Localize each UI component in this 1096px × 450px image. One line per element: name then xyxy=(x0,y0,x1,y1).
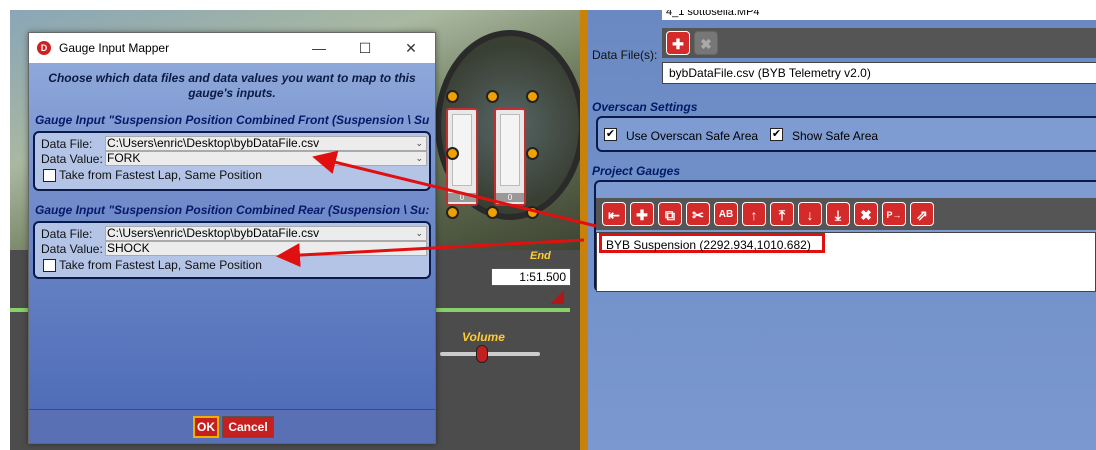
duplicate-gauge-icon[interactable]: ⧉ xyxy=(658,202,682,226)
dialog-instructions: Choose which data files and data values … xyxy=(48,71,416,100)
end-label: End xyxy=(530,250,551,262)
fastest-lap-checkbox[interactable] xyxy=(43,259,56,273)
chevron-down-icon: ⌄ xyxy=(415,153,423,163)
resize-handle[interactable] xyxy=(486,206,499,219)
use-overscan-label: Use Overscan Safe Area xyxy=(626,129,759,143)
import-gauge-icon[interactable]: ⇤ xyxy=(602,202,626,226)
show-safe-area-checkbox[interactable]: ✔ xyxy=(770,128,783,141)
gauge-value-front: 0 xyxy=(448,193,476,202)
move-down-icon[interactable]: ↓ xyxy=(798,202,822,226)
data-file-select-front[interactable]: C:\Users\enric\Desktop\bybDataFile.csv ⌄ xyxy=(105,136,427,151)
map-inputs-icon[interactable]: AB xyxy=(714,202,738,226)
gauge-input-group-rear: Data File: C:\Users\enric\Desktop\bybDat… xyxy=(33,221,431,279)
data-file-select-rear[interactable]: C:\Users\enric\Desktop\bybDataFile.csv ⌄ xyxy=(105,226,427,241)
data-file-value: C:\Users\enric\Desktop\bybDataFile.csv xyxy=(107,226,320,240)
fastest-lap-option-rear[interactable]: Take from Fastest Lap, Same Position xyxy=(43,258,262,273)
data-value-label: Data Value: xyxy=(41,152,103,166)
preview-gauge-icon[interactable]: P→ xyxy=(882,202,906,226)
cancel-button[interactable]: Cancel xyxy=(222,416,274,438)
resize-handle[interactable] xyxy=(446,90,459,103)
end-marker-icon[interactable] xyxy=(550,290,564,304)
data-file-item[interactable]: bybDataFile.csv (BYB Telemetry v2.0) xyxy=(662,62,1096,84)
show-safe-area-label: Show Safe Area xyxy=(792,129,879,143)
resize-handle[interactable] xyxy=(446,206,459,219)
overscan-settings-title: Overscan Settings xyxy=(592,100,698,114)
dialog-title: Gauge Input Mapper xyxy=(59,41,170,55)
gauge-input-title-rear: Gauge Input "Suspension Position Combine… xyxy=(35,203,430,217)
data-value-text: SHOCK xyxy=(107,241,150,255)
add-data-file-button[interactable]: ✚ xyxy=(666,31,690,55)
gauge-settings-icon[interactable]: ✂ xyxy=(686,202,710,226)
dialog-body: Choose which data files and data values … xyxy=(29,63,435,443)
data-value-select-rear[interactable]: SHOCK xyxy=(105,241,427,256)
data-file-label: Data File: xyxy=(41,227,93,241)
minimize-icon[interactable]: — xyxy=(301,37,337,59)
gauges-toolbar: ⇤ ✚ ⧉ ✂ AB ↑ ⤒ ↓ ⤓ ✖ P→ ⇗ xyxy=(596,198,1096,230)
data-file-value: C:\Users\enric\Desktop\bybDataFile.csv xyxy=(107,136,320,150)
move-up-icon[interactable]: ↑ xyxy=(742,202,766,226)
resize-handle[interactable] xyxy=(526,90,539,103)
fastest-lap-label: Take from Fastest Lap, Same Position xyxy=(59,258,262,272)
end-time-field[interactable]: 1:51.500 xyxy=(491,268,571,286)
chevron-down-icon: ⌄ xyxy=(415,138,423,148)
gauge-input-group-front: Data File: C:\Users\enric\Desktop\bybDat… xyxy=(33,131,431,191)
volume-slider-track[interactable] xyxy=(440,352,540,356)
right-panel: 4_1 sottosella.MP4 Data File(s): ✚ ✖ byb… xyxy=(588,10,1096,450)
panel-divider[interactable] xyxy=(580,10,588,450)
fastest-lap-label: Take from Fastest Lap, Same Position xyxy=(59,168,262,182)
remove-data-file-button[interactable]: ✖ xyxy=(694,31,718,55)
overscan-settings-box: ✔ Use Overscan Safe Area ✔ Show Safe Are… xyxy=(596,116,1096,152)
data-files-label: Data File(s): xyxy=(592,48,658,62)
chevron-down-icon: ⌄ xyxy=(415,228,423,238)
dialog-titlebar[interactable]: D Gauge Input Mapper — ☐ ✕ xyxy=(29,33,435,63)
data-value-label: Data Value: xyxy=(41,242,103,256)
resize-handle[interactable] xyxy=(486,90,499,103)
data-value-text: FORK xyxy=(107,151,141,165)
fastest-lap-checkbox[interactable] xyxy=(43,169,56,183)
ok-button[interactable]: OK xyxy=(193,416,219,438)
app-icon: D xyxy=(37,41,51,55)
volume-slider-thumb[interactable] xyxy=(476,345,488,363)
data-value-select-front[interactable]: FORK ⌄ xyxy=(105,151,427,166)
gauge-bar-rear[interactable]: 0 xyxy=(494,108,526,206)
add-gauge-icon[interactable]: ✚ xyxy=(630,202,654,226)
data-files-toolbar: ✚ ✖ xyxy=(662,28,1096,58)
close-icon[interactable]: ✕ xyxy=(393,37,429,59)
data-file-label: Data File: xyxy=(41,137,93,151)
gauge-list-item[interactable]: BYB Suspension (2292.934,1010.682) xyxy=(599,233,825,253)
use-overscan-checkbox[interactable]: ✔ xyxy=(604,128,617,141)
resize-handle[interactable] xyxy=(446,147,459,160)
delete-gauge-icon[interactable]: ✖ xyxy=(854,202,878,226)
project-gauges-title: Project Gauges xyxy=(592,164,681,178)
move-bottom-icon[interactable]: ⤓ xyxy=(826,202,850,226)
gauge-value-rear: 0 xyxy=(496,193,524,202)
video-file-entry[interactable]: 4_1 sottosella.MP4 xyxy=(662,10,1096,20)
gauge-input-title-front: Gauge Input "Suspension Position Combine… xyxy=(35,113,430,127)
resize-handle[interactable] xyxy=(526,147,539,160)
resize-handle[interactable] xyxy=(526,206,539,219)
maximize-icon[interactable]: ☐ xyxy=(347,37,383,59)
gauge-input-mapper-dialog: D Gauge Input Mapper — ☐ ✕ Choose which … xyxy=(28,32,436,444)
gauges-list: BYB Suspension (2292.934,1010.682) xyxy=(596,232,1096,292)
export-gauge-icon[interactable]: ⇗ xyxy=(910,202,934,226)
fastest-lap-option-front[interactable]: Take from Fastest Lap, Same Position xyxy=(43,168,262,183)
volume-label: Volume xyxy=(462,330,505,344)
move-top-icon[interactable]: ⤒ xyxy=(770,202,794,226)
dialog-footer: OK Cancel xyxy=(29,409,435,443)
